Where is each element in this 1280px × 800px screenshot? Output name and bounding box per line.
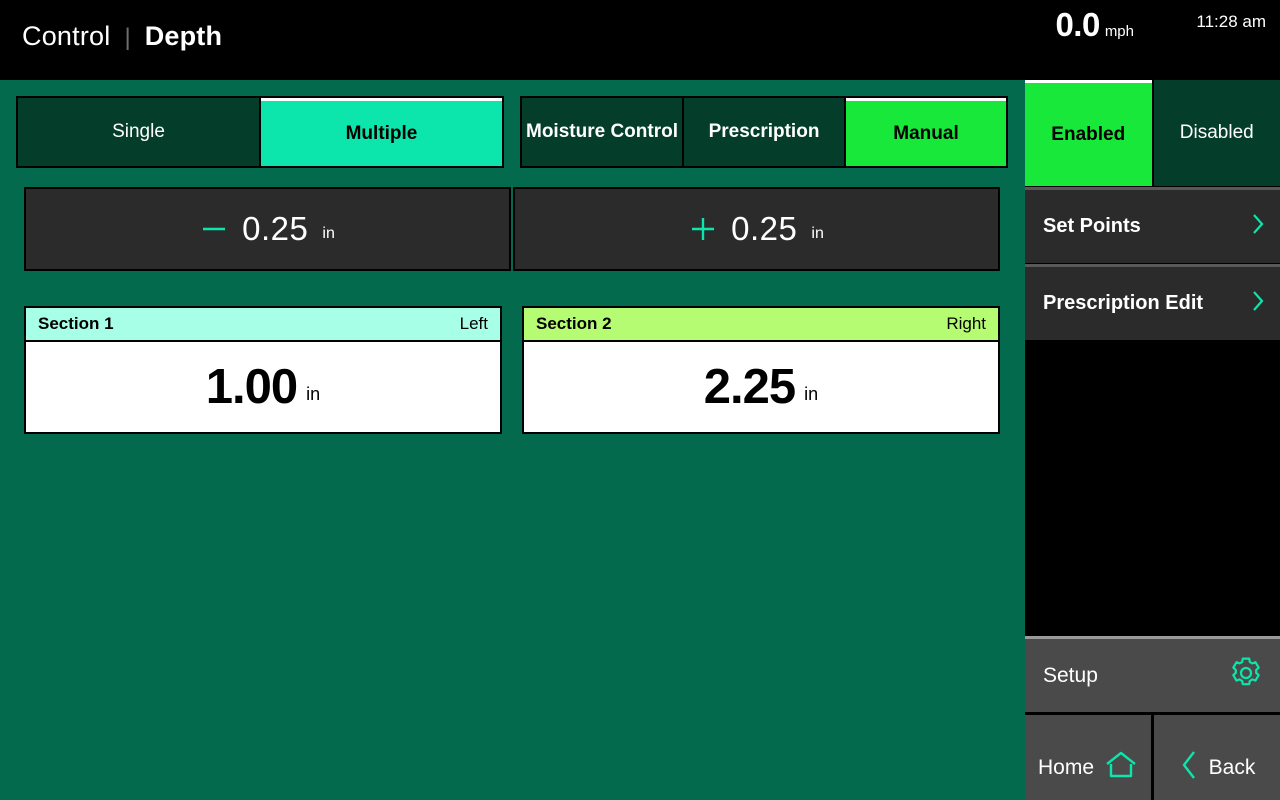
step-button-row: 0.25 in 0.25 in (0, 187, 1025, 271)
setup-button[interactable]: Setup (1025, 636, 1280, 712)
plus-icon (689, 215, 717, 243)
tab-moisture-control-label: Moisture Control (526, 121, 678, 143)
page-subtitle: Depth (144, 21, 223, 51)
back-button-label: Back (1208, 756, 1256, 779)
section-1-body: 1.00 in (26, 342, 500, 432)
section-2-header: Section 2 Right (524, 308, 998, 342)
section-2-body: 2.25 in (524, 342, 998, 432)
tab-manual-label: Manual (893, 122, 959, 144)
home-button[interactable]: Home (1025, 715, 1151, 800)
chevron-right-icon (1250, 210, 1266, 243)
right-sidebar: Enabled Disabled Set Points Prescription… (1025, 80, 1280, 800)
section-1-value: 1.00 (205, 360, 298, 414)
increment-step-unit: in (811, 225, 824, 242)
top-status-bar: Control | Depth 0.0 mph 11:28 am (0, 0, 1280, 80)
toggle-enabled-label: Enabled (1051, 123, 1126, 145)
mode-tab-row: Single Multiple Moisture Control Prescri… (0, 96, 1025, 168)
toggle-disabled[interactable]: Disabled (1153, 80, 1280, 186)
section-1-header: Section 1 Left (26, 308, 500, 342)
section-1-title: Section 1 (38, 314, 114, 333)
breadcrumb-separator: | (124, 24, 131, 51)
tab-multiple[interactable]: Multiple (261, 98, 502, 166)
tab-manual[interactable]: Manual (846, 98, 1006, 166)
speed-value: 0.0 (1055, 6, 1100, 43)
menu-item-set-points-label: Set Points (1043, 215, 1141, 237)
section-cards: Section 1 Left 1.00 in Section 2 Right 2… (0, 306, 1025, 436)
home-icon (1104, 749, 1138, 787)
section-card-1[interactable]: Section 1 Left 1.00 in (24, 306, 502, 434)
section-1-side: Left (459, 314, 488, 333)
tab-prescription[interactable]: Prescription (684, 98, 846, 166)
sidebar-spacer (1025, 340, 1280, 636)
home-button-label: Home (1037, 756, 1095, 779)
decrement-depth-button[interactable]: 0.25 in (24, 187, 511, 271)
decrement-step-unit: in (322, 225, 335, 242)
tab-single[interactable]: Single (18, 98, 261, 166)
setup-button-label: Setup (1043, 663, 1098, 687)
main-content: Single Multiple Moisture Control Prescri… (0, 80, 1025, 800)
toggle-enabled[interactable]: Enabled (1025, 80, 1152, 186)
breadcrumb: Control | Depth (22, 21, 222, 52)
tab-prescription-label: Prescription (708, 121, 820, 143)
enable-toggle-group: Enabled Disabled (1025, 80, 1280, 186)
chevron-left-icon (1179, 748, 1199, 788)
minus-icon (200, 215, 228, 243)
menu-item-prescription-edit[interactable]: Prescription Edit (1025, 264, 1280, 340)
menu-item-prescription-edit-label: Prescription Edit (1043, 292, 1204, 314)
increment-depth-button[interactable]: 0.25 in (513, 187, 1000, 271)
depth-control-screen: Control | Depth 0.0 mph 11:28 am Single … (0, 0, 1280, 800)
increment-step-value: 0.25 (731, 210, 798, 247)
menu-item-set-points[interactable]: Set Points (1025, 187, 1280, 263)
section-count-tabgroup: Single Multiple (16, 96, 504, 168)
clock-label: 11:28 am (1196, 12, 1266, 31)
gear-icon (1228, 655, 1264, 696)
nav-button-row: Home Back (1025, 715, 1280, 800)
section-2-value: 2.25 (703, 360, 796, 414)
tab-single-label: Single (112, 121, 165, 143)
back-button[interactable]: Back (1154, 715, 1280, 800)
toggle-disabled-label: Disabled (1179, 122, 1254, 143)
chevron-right-icon (1250, 287, 1266, 320)
section-2-side: Right (946, 314, 986, 333)
page-title: Control (22, 21, 111, 51)
decrement-step-value: 0.25 (242, 210, 309, 247)
control-mode-tabgroup: Moisture Control Prescription Manual (520, 96, 1008, 168)
section-2-title: Section 2 (536, 314, 612, 333)
tab-moisture-control[interactable]: Moisture Control (522, 98, 684, 166)
speed-unit: mph (1104, 23, 1134, 40)
speed-readout: 0.0 mph (1055, 6, 1134, 44)
section-1-unit: in (306, 383, 321, 404)
section-card-2[interactable]: Section 2 Right 2.25 in (522, 306, 1000, 434)
section-2-unit: in (804, 383, 819, 404)
tab-multiple-label: Multiple (345, 122, 418, 144)
